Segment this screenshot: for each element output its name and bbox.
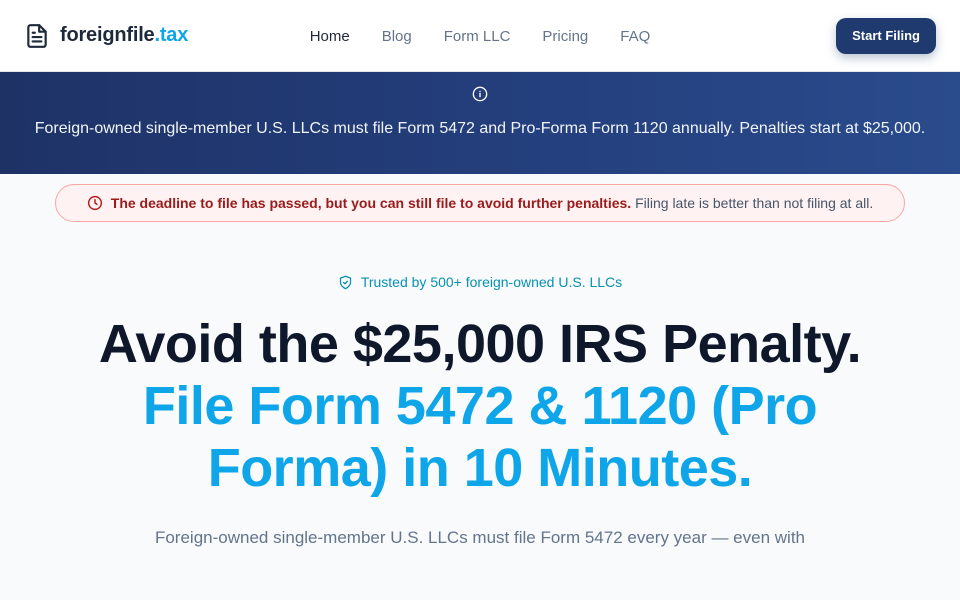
banner-text: Foreign-owned single-member U.S. LLCs mu…	[34, 120, 926, 137]
brand-tld: .tax	[154, 24, 189, 46]
brand-name: foreignfile.tax	[60, 24, 189, 46]
penalty-banner: Foreign-owned single-member U.S. LLCs mu…	[0, 72, 960, 174]
alert-strong-text: The deadline to file has passed, but you…	[110, 195, 632, 211]
document-icon	[24, 23, 50, 49]
alert-rest-text: Filing late is better than not filing at…	[635, 195, 874, 211]
shield-check-icon	[338, 275, 353, 290]
hero-section: Trusted by 500+ foreign-owned U.S. LLCs …	[0, 222, 960, 551]
alert-message: The deadline to file has passed, but you…	[111, 195, 873, 211]
nav-home[interactable]: Home	[310, 28, 350, 45]
site-header: foreignfile.tax Home Blog Form LLC Prici…	[0, 0, 960, 72]
start-filing-button[interactable]: Start Filing	[836, 17, 936, 54]
headline-primary: Avoid the $25,000 IRS Penalty.	[98, 313, 862, 374]
headline-accent: File Form 5472 & 1120 (Pro Forma) in 10 …	[142, 375, 818, 498]
trust-text: Trusted by 500+ foreign-owned U.S. LLCs	[360, 274, 623, 290]
nav-pricing[interactable]: Pricing	[542, 28, 588, 45]
nav-form-llc[interactable]: Form LLC	[444, 28, 511, 45]
hero-subtext: Foreign-owned single-member U.S. LLCs mu…	[154, 527, 806, 547]
info-icon	[472, 86, 488, 102]
brand-logo[interactable]: foreignfile.tax	[24, 23, 188, 49]
nav-faq[interactable]: FAQ	[620, 28, 650, 45]
nav-blog[interactable]: Blog	[382, 28, 412, 45]
trust-badge: Trusted by 500+ foreign-owned U.S. LLCs	[338, 274, 622, 290]
clock-icon	[87, 195, 103, 211]
hero-headline: Avoid the $25,000 IRS Penalty. File Form…	[50, 313, 910, 499]
main-nav: Home Blog Form LLC Pricing FAQ	[310, 0, 651, 72]
deadline-alert: The deadline to file has passed, but you…	[55, 184, 905, 222]
